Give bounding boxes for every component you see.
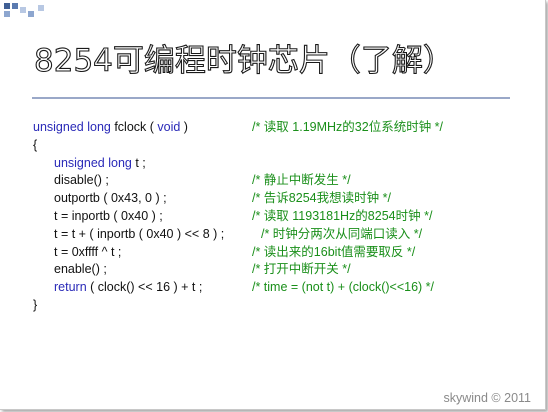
- deco-square-2: [12, 3, 18, 9]
- code-comment: /* 静止中断发生 */: [252, 173, 351, 188]
- code-token: fclock (: [114, 120, 158, 134]
- code-token: ): [180, 120, 188, 134]
- code-line: enable() ; /* 打开中断开关 */: [33, 261, 538, 279]
- code-line: {: [33, 137, 538, 155]
- deco-square-6: [38, 5, 44, 11]
- code-comment: /* 告诉8254我想读时钟 */: [252, 191, 391, 206]
- code-line: t = t + ( inportb ( 0x40 ) << 8 ) ; /* 时钟…: [33, 226, 538, 244]
- code-line: disable() ; /* 静止中断发生 */: [33, 172, 538, 190]
- code-text: outportb ( 0x43, 0 ) ;: [54, 190, 167, 208]
- code-line: unsigned long t ;: [33, 155, 538, 173]
- code-line: t = inportb ( 0x40 ) ; /* 读取 1193181Hz的82…: [33, 208, 538, 226]
- code-text: t = t + ( inportb ( 0x40 ) << 8 ) ;: [54, 226, 224, 244]
- code-keyword: unsigned long: [54, 155, 136, 170]
- code-token: {: [33, 137, 38, 152]
- slide-title: 8254可编程时钟芯片（了解）: [33, 42, 454, 79]
- deco-square-3: [4, 11, 10, 17]
- code-line: }: [33, 297, 538, 315]
- code-comment: /* 读取 1193181Hz的8254时钟 */: [252, 208, 433, 223]
- deco-square-5: [28, 11, 34, 17]
- code-token: enable() ;: [54, 262, 107, 277]
- title-divider: [32, 97, 510, 99]
- code-token: t = inportb ( 0x40 ) ;: [54, 208, 163, 223]
- code-text: {: [33, 137, 37, 155]
- code-line: outportb ( 0x43, 0 ) ; /* 告诉8254我想读时钟 */: [33, 190, 538, 208]
- code-block: unsigned long fclock ( void ) /* 读取 1.19M…: [33, 119, 538, 315]
- code-text: unsigned long fclock ( void ): [33, 119, 188, 137]
- watermark: skywind © 2011: [443, 391, 532, 405]
- code-keyword: return: [54, 280, 87, 295]
- code-text: unsigned long t ;: [54, 155, 146, 173]
- code-token: ( clock() << 16 ) + t ;: [86, 280, 203, 295]
- code-text: }: [33, 297, 37, 315]
- code-comment: /* time = (not t) + (clock()<<16) */: [252, 280, 435, 295]
- code-comment: /* 打开中断开关 */: [252, 262, 351, 277]
- code-token: t = t + ( inportb ( 0x40 ) << 8 ) ;: [54, 226, 225, 241]
- code-token: disable() ;: [54, 173, 109, 188]
- slide: 8254可编程时钟芯片（了解） unsigned long fclock ( v…: [0, 0, 546, 410]
- code-comment: /* 读取 1.19MHz的32位系统时钟 */: [252, 120, 444, 134]
- deco-square-4: [20, 7, 26, 13]
- code-comment: /* 读出来的16bit值需要取反 */: [252, 244, 416, 259]
- code-line: t = 0xffff ^ t ; /* 读出来的16bit值需要取反 */: [33, 244, 538, 262]
- deco-square-1: [4, 3, 10, 9]
- code-token: outportb ( 0x43, 0 ) ;: [54, 191, 167, 206]
- code-comment: /* 时钟分两次从同端口读入 */: [261, 226, 423, 241]
- code-text: t = 0xffff ^ t ;: [54, 244, 121, 262]
- code-keyword: unsigned long: [33, 120, 115, 134]
- code-token: t ;: [135, 155, 146, 170]
- code-token: }: [33, 297, 38, 312]
- code-text: enable() ;: [54, 261, 107, 279]
- code-text: disable() ;: [54, 172, 109, 190]
- code-text: t = inportb ( 0x40 ) ;: [54, 208, 163, 226]
- code-text: return ( clock() << 16 ) + t ;: [54, 279, 202, 297]
- code-token: t = 0xffff ^ t ;: [54, 244, 122, 259]
- code-line: return ( clock() << 16 ) + t ; /* time = …: [33, 279, 538, 297]
- code-line: unsigned long fclock ( void ) /* 读取 1.19M…: [33, 119, 538, 137]
- decorative-squares: [4, 3, 52, 25]
- code-keyword: void: [157, 120, 181, 134]
